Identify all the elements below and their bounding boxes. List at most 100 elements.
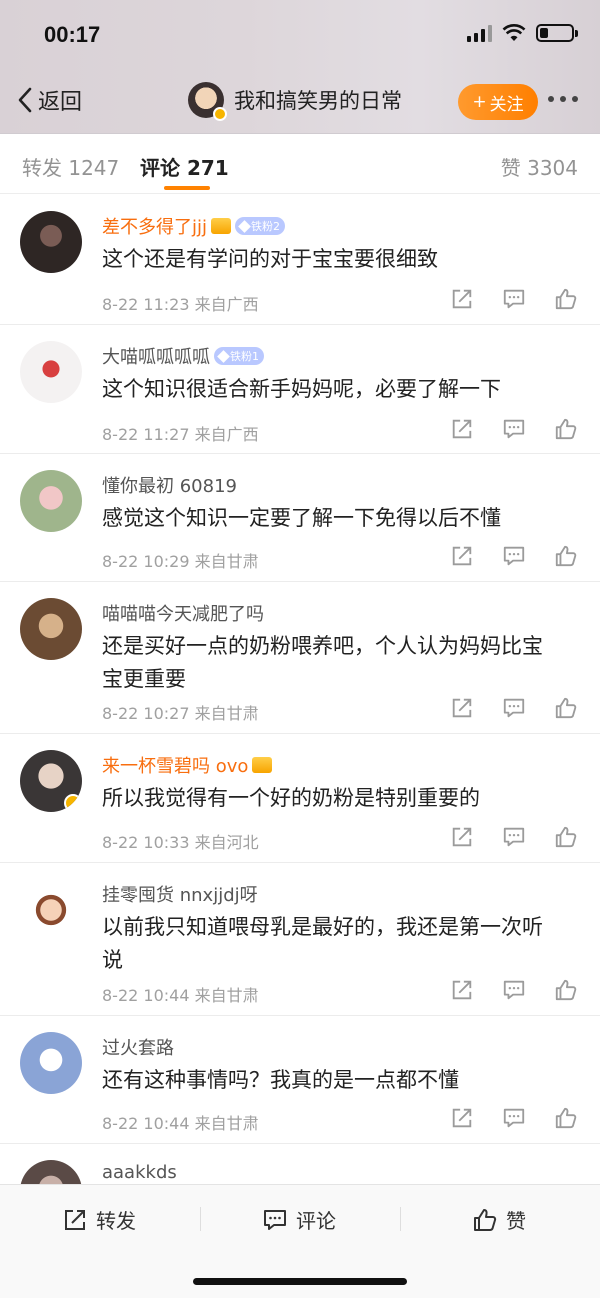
list-item[interactable]: 大喵呱呱呱呱 铁粉1 这个知识很适合新手妈妈呢，必要了解一下 8-22 11:27 来… <box>0 325 600 454</box>
plus-icon: + <box>472 92 487 112</box>
list-item[interactable]: 挂零囤货 nnxjjdj呀以前我只知道喂母乳是最好的，我还是第一次听说 8-22 … <box>0 863 600 1016</box>
status-icons <box>467 24 578 42</box>
comment-icon <box>503 1108 525 1128</box>
verified-icon <box>64 794 82 812</box>
avatar[interactable] <box>20 211 82 273</box>
reply-button[interactable] <box>502 696 526 724</box>
top-bar: 00:17 返回 我和搞笑男的日常 + 关注 <box>0 0 600 134</box>
post-author[interactable]: 我和搞笑男的日常 <box>188 82 402 121</box>
reply-button[interactable] <box>502 825 526 853</box>
comment-author-row: 来一杯雪碧吗 ovo <box>102 752 273 778</box>
repost-button[interactable]: 转发 <box>62 1205 136 1234</box>
avatar[interactable] <box>20 750 82 812</box>
thumbs-up-icon <box>555 826 577 848</box>
comment-author[interactable]: 懂你最初 60819 <box>102 472 237 498</box>
list-item[interactable]: 过火套路 还有这种事情吗？我真的是一点都不懂 8-22 10:44 来自甘肃 <box>0 1016 600 1144</box>
comment-text: 这个知识很适合新手妈妈呢，必要了解一下 <box>102 373 574 406</box>
comment-author[interactable]: 差不多得了jjj <box>102 213 207 239</box>
verified-icon <box>213 107 227 121</box>
comment-text-line: 这个还是有学问的对于宝宝要很细致 <box>102 247 438 271</box>
tab-like[interactable]: 赞 3304 <box>501 152 578 181</box>
comment-author[interactable]: 过火套路 <box>102 1034 174 1060</box>
share-button[interactable] <box>450 287 474 315</box>
avatar[interactable] <box>20 1032 82 1094</box>
reply-button[interactable] <box>502 417 526 445</box>
avatar[interactable] <box>20 341 82 403</box>
like-button[interactable] <box>554 696 578 724</box>
tab-bar: 转发 1247 评论 271 赞 3304 <box>0 134 600 194</box>
comment-icon <box>503 289 525 309</box>
share-button[interactable] <box>450 696 474 724</box>
comment-meta: 8-22 11:27 来自广西 <box>102 421 259 445</box>
share-icon <box>452 419 472 439</box>
crown-icon <box>211 218 232 234</box>
comment-meta: 8-22 10:27 来自甘肃 <box>102 700 259 724</box>
avatar[interactable] <box>20 470 82 532</box>
comment-text: 以前我只知道喂母乳是最好的，我还是第一次听说 <box>102 911 574 977</box>
share-button[interactable] <box>450 417 474 445</box>
like-button[interactable] <box>554 417 578 445</box>
comment-text-line: 感觉这个知识一定要了解一下免得以后不懂 <box>102 506 501 530</box>
comment-author[interactable]: 喵喵喵今天减肥了吗 <box>102 600 264 626</box>
like-button[interactable] <box>554 1106 578 1134</box>
tab-repost[interactable]: 转发 1247 <box>22 152 119 181</box>
share-button[interactable] <box>450 1106 474 1134</box>
back-label: 返回 <box>38 90 83 115</box>
status-time: 00:17 <box>44 22 101 47</box>
signal-icon <box>467 24 492 42</box>
list-item[interactable]: 来一杯雪碧吗 ovo 所以我觉得有一个好的奶粉是特别重要的 8-22 10:33 来… <box>0 734 600 863</box>
reply-button[interactable] <box>502 1106 526 1134</box>
list-item[interactable]: 懂你最初 60819 感觉这个知识一定要了解一下免得以后不懂 8-22 10:29 … <box>0 454 600 582</box>
comment-text: 还是买好一点的奶粉喂养吧，个人认为妈妈比宝 宝更重要 <box>102 630 574 696</box>
reply-button[interactable] <box>502 544 526 572</box>
page-title: 我和搞笑男的日常 <box>234 89 402 113</box>
share-button[interactable] <box>450 825 474 853</box>
comment-author[interactable]: 挂零囤货 nnxjjdj呀 <box>102 881 258 907</box>
share-icon <box>452 546 472 566</box>
comment-text: 感觉这个知识一定要了解一下免得以后不懂 <box>102 502 574 535</box>
comment-author-row: 差不多得了jjj 铁粉2 <box>102 213 286 239</box>
comment-author-row: aaakkds <box>102 1162 177 1183</box>
follow-label: 关注 <box>489 94 524 115</box>
like-button[interactable]: 赞 <box>472 1205 526 1234</box>
thumbs-up-icon <box>555 418 577 440</box>
comment-text-line: 所以我觉得有一个好的奶粉是特别重要的 <box>102 786 480 810</box>
comment-icon <box>503 419 525 439</box>
diamond-icon <box>217 349 230 363</box>
diamond-icon <box>238 219 251 233</box>
like-button[interactable] <box>554 544 578 572</box>
reply-button[interactable] <box>502 978 526 1006</box>
follow-button[interactable]: + 关注 <box>458 84 538 120</box>
back-button[interactable]: 返回 <box>16 84 82 116</box>
comment-actions <box>450 417 578 445</box>
avatar[interactable] <box>20 598 82 660</box>
tab-comment[interactable]: 评论 271 <box>140 152 229 181</box>
share-button[interactable] <box>450 978 474 1006</box>
comment-button[interactable]: 评论 <box>262 1205 336 1234</box>
comment-text-line: 宝更重要 <box>102 667 186 691</box>
comment-location: 来自甘肃 <box>194 704 259 723</box>
thumbs-up-icon <box>555 1107 577 1129</box>
comment-meta: 8-22 10:44 来自甘肃 <box>102 982 259 1006</box>
share-button[interactable] <box>450 544 474 572</box>
thumbs-up-icon <box>555 979 577 1001</box>
like-button[interactable] <box>554 825 578 853</box>
avatar[interactable] <box>20 879 82 941</box>
comment-location: 来自广西 <box>194 425 259 444</box>
comment-actions <box>450 1106 578 1134</box>
comment-location: 来自甘肃 <box>194 986 259 1005</box>
comment-author-row: 过火套路 <box>102 1034 174 1060</box>
comment-time: 8-22 11:23 <box>102 295 190 314</box>
like-button[interactable] <box>554 978 578 1006</box>
reply-button[interactable] <box>502 287 526 315</box>
comment-meta: 8-22 10:33 来自河北 <box>102 829 259 853</box>
comment-author[interactable]: 来一杯雪碧吗 ovo <box>102 752 248 778</box>
like-button[interactable] <box>554 287 578 315</box>
comment-author[interactable]: 大喵呱呱呱呱 <box>102 343 210 369</box>
comment-text-line: 这个知识很适合新手妈妈呢，必要了解一下 <box>102 377 501 401</box>
list-item[interactable]: 喵喵喵今天减肥了吗还是买好一点的奶粉喂养吧，个人认为妈妈比宝 宝更重要 8-22 1… <box>0 582 600 734</box>
more-icon[interactable] <box>548 96 578 102</box>
list-item[interactable]: 差不多得了jjj 铁粉2 这个还是有学问的对于宝宝要很细致 8-22 11:23 来自… <box>0 195 600 325</box>
comment-text-line: 说 <box>102 948 123 972</box>
comment-author[interactable]: aaakkds <box>102 1162 177 1183</box>
